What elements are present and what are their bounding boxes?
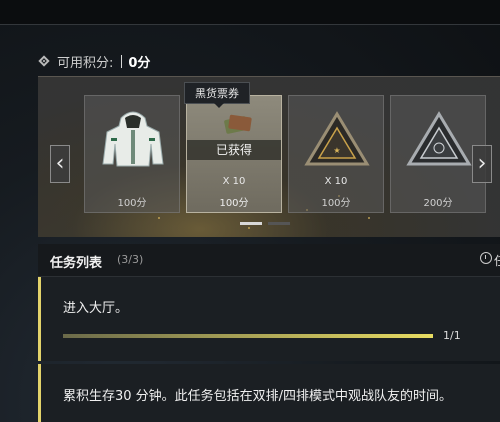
chevron-left-icon: ‹ [55, 151, 65, 176]
task-progress-fill [63, 334, 433, 338]
timer-label: 任 [494, 252, 500, 269]
reward-price: 100分 [117, 198, 147, 209]
page-dot[interactable] [240, 222, 262, 225]
points-value: 0分 [128, 55, 151, 71]
svg-text:★: ★ [333, 146, 340, 155]
clock-icon [480, 252, 492, 264]
top-bar [0, 0, 500, 25]
task-desc: 累积生存30 分钟。此任务包括在双排/四排模式中观战队友的时间。 [63, 389, 453, 404]
reward-qty: X 10 [222, 176, 246, 187]
hoodie-icon [102, 111, 164, 167]
reward-price: 100分 [219, 198, 249, 209]
task-progress-bar [63, 334, 433, 338]
carousel-pagination [240, 222, 290, 225]
chevron-right-icon: › [477, 151, 487, 176]
obtained-overlay: 已获得 [187, 140, 281, 160]
gold-triangle-token-icon: ★ [304, 111, 370, 166]
available-points: 可用积分: 0分 [38, 52, 151, 71]
task-desc: 进入大厅。 [63, 301, 129, 316]
page-dot[interactable] [268, 222, 290, 225]
ticket-icon [224, 114, 252, 134]
diamond-icon [38, 55, 50, 67]
reward-card-gold-token[interactable]: ★ X 10 100分 [288, 95, 384, 213]
reward-price: 200分 [423, 198, 453, 209]
carousel-next-button[interactable]: › [472, 145, 492, 183]
reward-carousel: ‹ 100分 已获得 X 10 100分 ★ X 10 100分 200分 › [38, 76, 500, 237]
carousel-prev-button[interactable]: ‹ [50, 145, 70, 183]
task-item: 进入大厅。 1/1 [38, 277, 500, 361]
item-tooltip: 黑货票券 [184, 82, 250, 108]
task-list-count: (3/3) [117, 253, 144, 266]
task-list-header: 任务列表 (3/3) 任 [38, 244, 500, 277]
points-label: 可用积分: [57, 55, 114, 71]
reward-card-hoodie[interactable]: 100分 [84, 95, 180, 213]
reward-price: 100分 [321, 198, 351, 209]
reward-qty: X 10 [324, 176, 348, 187]
divider [121, 54, 123, 68]
task-list-title: 任务列表 [50, 256, 103, 271]
task-item: 累积生存30 分钟。此任务包括在双排/四排模式中观战队友的时间。 [38, 364, 500, 422]
reward-card-ticket[interactable]: 已获得 X 10 100分 [186, 95, 282, 213]
task-progress-text: 1/1 [443, 329, 461, 342]
